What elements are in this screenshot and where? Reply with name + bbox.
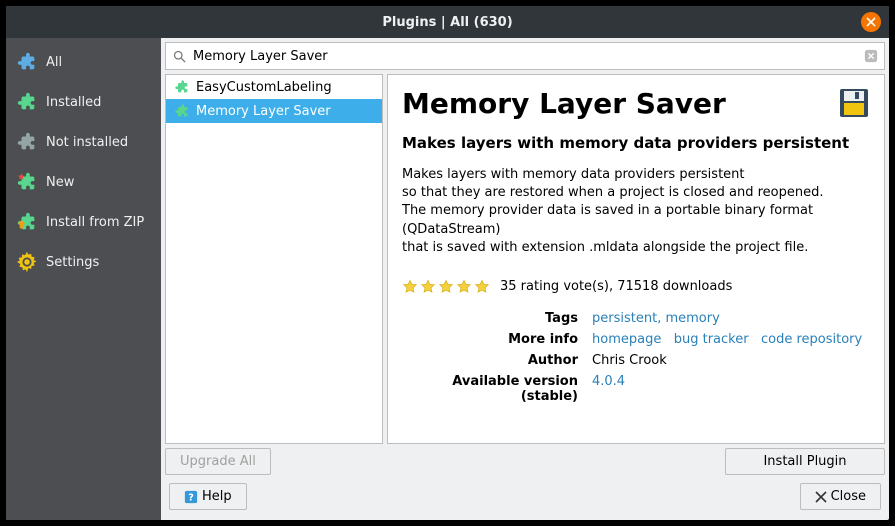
upgrade-all-button: Upgrade All: [165, 448, 271, 475]
search-bar: [165, 42, 885, 70]
star-icon: [402, 279, 418, 295]
content-area: EasyCustomLabeling Memory Layer Saver Me…: [165, 74, 885, 444]
sidebar-item-settings[interactable]: Settings: [6, 242, 161, 282]
puzzle-grey-icon: [16, 131, 38, 153]
dialog-body: All Installed Not installed New: [6, 38, 889, 520]
sidebar-label: New: [46, 175, 74, 190]
result-item[interactable]: Memory Layer Saver: [166, 99, 382, 123]
meta-label-tags: Tags: [402, 311, 592, 326]
sidebar: All Installed Not installed New: [6, 38, 161, 520]
search-icon: [172, 49, 187, 64]
sidebar-item-all[interactable]: All: [6, 42, 161, 82]
meta-table: Tags persistent, memory More info homepa…: [402, 311, 870, 404]
star-icon: [420, 279, 436, 295]
puzzle-new-icon: [16, 171, 38, 193]
sidebar-label: Install from ZIP: [46, 215, 144, 230]
sidebar-label: Installed: [46, 95, 101, 110]
meta-value-author: Chris Crook: [592, 353, 870, 368]
star-rating: [402, 279, 490, 295]
star-icon: [474, 279, 490, 295]
result-label: Memory Layer Saver: [196, 104, 331, 119]
plugin-details: Memory Layer Saver Makes layers with mem…: [387, 74, 885, 444]
puzzle-icon: [174, 103, 190, 119]
close-icon: [815, 491, 827, 503]
bugtracker-link[interactable]: bug tracker: [674, 332, 749, 347]
main-panel: EasyCustomLabeling Memory Layer Saver Me…: [161, 38, 889, 520]
dialog-footer: ? Help Close: [165, 479, 885, 516]
puzzle-zip-icon: [16, 211, 38, 233]
sidebar-item-installed[interactable]: Installed: [6, 82, 161, 122]
plugins-dialog: Plugins | All (630) All Installed: [6, 6, 889, 520]
sidebar-label: Not installed: [46, 135, 128, 150]
rating-text: 35 rating vote(s), 71518 downloads: [500, 279, 732, 294]
sidebar-item-not-installed[interactable]: Not installed: [6, 122, 161, 162]
meta-label-version: Available version (stable): [402, 374, 592, 404]
close-icon: [866, 17, 876, 27]
meta-value-version: 4.0.4: [592, 374, 870, 404]
search-input[interactable]: [193, 49, 858, 64]
homepage-link[interactable]: homepage: [592, 332, 661, 347]
plugin-description: Makes layers with memory data providers …: [402, 166, 870, 257]
window-title: Plugins | All (630): [382, 15, 512, 30]
puzzle-all-icon: [16, 51, 38, 73]
window-close-button[interactable]: [861, 12, 881, 32]
puzzle-green-icon: [16, 91, 38, 113]
help-button[interactable]: ? Help: [169, 483, 247, 510]
sidebar-item-install-zip[interactable]: Install from ZIP: [6, 202, 161, 242]
meta-value-moreinfo: homepage bug tracker code repository: [592, 332, 870, 347]
sidebar-label: Settings: [46, 255, 99, 270]
result-list[interactable]: EasyCustomLabeling Memory Layer Saver: [165, 74, 383, 444]
version-link[interactable]: 4.0.4: [592, 374, 625, 389]
meta-label-author: Author: [402, 353, 592, 368]
sidebar-label: All: [46, 55, 62, 70]
result-item[interactable]: EasyCustomLabeling: [166, 75, 382, 99]
help-icon: ?: [184, 490, 198, 504]
titlebar: Plugins | All (630): [6, 6, 889, 38]
rating-row: 35 rating vote(s), 71518 downloads: [402, 279, 870, 295]
puzzle-icon: [174, 79, 190, 95]
gear-icon: [16, 251, 38, 273]
coderepo-link[interactable]: code repository: [761, 332, 862, 347]
star-icon: [456, 279, 472, 295]
plugin-subtitle: Makes layers with memory data providers …: [402, 134, 870, 152]
tag-link[interactable]: persistent: [592, 311, 657, 326]
action-button-row: Upgrade All Install Plugin: [165, 448, 885, 475]
svg-text:?: ?: [188, 492, 194, 503]
meta-value-tags: persistent, memory: [592, 311, 870, 326]
floppy-icon: [838, 87, 870, 119]
install-plugin-button[interactable]: Install Plugin: [725, 448, 885, 475]
clear-search-icon[interactable]: [864, 49, 878, 63]
tag-link[interactable]: memory: [665, 311, 719, 326]
meta-label-moreinfo: More info: [402, 332, 592, 347]
sidebar-item-new[interactable]: New: [6, 162, 161, 202]
close-button[interactable]: Close: [800, 483, 881, 510]
star-icon: [438, 279, 454, 295]
plugin-title: Memory Layer Saver: [402, 87, 870, 120]
result-label: EasyCustomLabeling: [196, 80, 332, 95]
